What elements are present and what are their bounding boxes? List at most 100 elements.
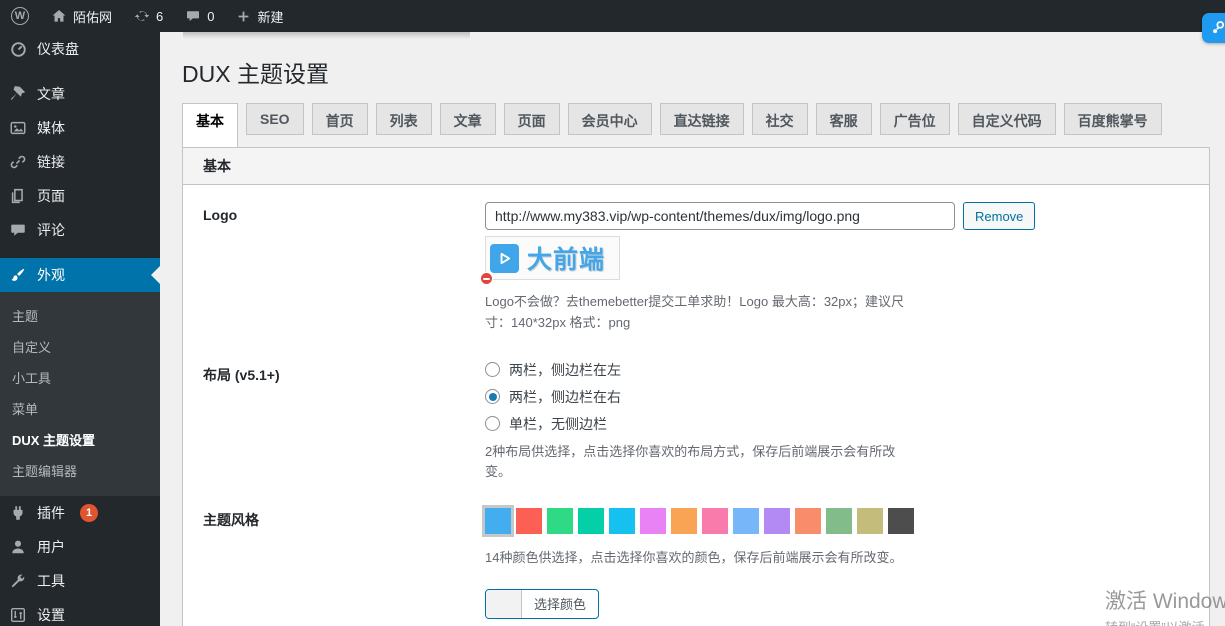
sidebar-item-media[interactable]: 媒体 xyxy=(0,111,160,145)
layout-option-label: 两栏，侧边栏在左 xyxy=(509,361,621,378)
section-title: 基本 xyxy=(183,148,1209,185)
admin-bar: W 陌佑网 6 0 新建 xyxy=(0,0,1225,32)
layout-row: 布局 (v5.1+) 两栏，侧边栏在左 两栏，侧边栏在右 单栏，无侧边栏 2种布… xyxy=(183,360,1209,484)
site-name: 陌佑网 xyxy=(73,9,113,25)
logo-url-input[interactable] xyxy=(485,202,955,230)
menu-separator xyxy=(0,247,160,258)
tab-service[interactable]: 客服 xyxy=(815,103,872,135)
submenu-theme-editor[interactable]: 主题编辑器 xyxy=(0,455,160,486)
color-picker-label: 选择颜色 xyxy=(534,597,587,613)
color-swatch[interactable] xyxy=(671,508,697,535)
color-swatch[interactable] xyxy=(609,508,635,535)
theme-style-help-text: 14种颜色供选择，点击选择你喜欢的颜色，保存后前端展示会有所改变。 xyxy=(485,550,903,566)
plugins-update-badge: 1 xyxy=(80,504,98,522)
color-swatch[interactable] xyxy=(888,508,914,535)
sidebar-label: 文章 xyxy=(37,86,65,102)
sidebar-item-settings[interactable]: 设置 xyxy=(0,598,160,626)
theme-style-label: 主题风格 xyxy=(203,512,259,529)
submenu-dux-settings[interactable]: DUX 主题设置 xyxy=(0,424,160,455)
sidebar-item-pages[interactable]: 页面 xyxy=(0,179,160,213)
update-count: 6 xyxy=(156,8,164,24)
color-swatch[interactable] xyxy=(516,508,542,535)
logo-remove-button[interactable]: Remove xyxy=(963,202,1036,230)
new-label: 新建 xyxy=(257,9,284,25)
sidebar-item-posts[interactable]: 文章 xyxy=(0,77,160,111)
link-icon xyxy=(9,153,28,171)
updates-icon xyxy=(134,8,150,24)
plus-icon xyxy=(236,9,251,24)
color-picker-button[interactable]: 选择颜色 xyxy=(485,588,600,619)
sidebar-item-appearance[interactable]: 外观 xyxy=(0,258,160,292)
sidebar-item-users[interactable]: 用户 xyxy=(0,530,160,564)
tab-seo[interactable]: SEO xyxy=(246,103,304,135)
tab-member-center[interactable]: 会员中心 xyxy=(567,103,652,135)
color-swatch[interactable] xyxy=(640,508,666,535)
sidebar-label: 设置 xyxy=(37,607,65,623)
color-swatch[interactable] xyxy=(482,505,514,538)
wrench-icon xyxy=(9,572,28,590)
color-swatch[interactable] xyxy=(795,508,821,535)
sidebar-item-dashboard[interactable]: 仪表盘 xyxy=(0,32,160,66)
layout-option-single[interactable]: 单栏，无侧边栏 xyxy=(485,414,1189,434)
tab-ads[interactable]: 广告位 xyxy=(879,103,950,135)
main-content: DUX 主题设置 基本 SEO 首页 列表 文章 页面 会员中心 直达链接 社交… xyxy=(160,32,1225,626)
radio-checked-icon[interactable] xyxy=(485,389,500,405)
logo-row: Logo Remove 大前端 Logo不会做？去themebetter提交工单… xyxy=(183,202,1209,334)
sidebar-label: 媒体 xyxy=(37,120,65,136)
radio-unchecked-icon[interactable] xyxy=(485,362,500,378)
sidebar-label: 插件 xyxy=(37,505,65,521)
layout-control: 两栏，侧边栏在左 两栏，侧边栏在右 单栏，无侧边栏 2种布局供选择，点击选择你喜… xyxy=(485,360,1189,484)
site-name-link[interactable]: 陌佑网 xyxy=(40,0,123,32)
dashboard-icon xyxy=(9,40,28,59)
pin-icon xyxy=(9,85,28,103)
sidebar-label: 仪表盘 xyxy=(37,41,79,57)
sidebar-item-tools[interactable]: 工具 xyxy=(0,564,160,598)
submenu-customize[interactable]: 自定义 xyxy=(0,331,160,362)
color-swatch[interactable] xyxy=(702,508,728,535)
updates-item[interactable]: 6 xyxy=(123,0,174,32)
browser-extension-icon[interactable] xyxy=(1202,13,1225,43)
tab-basic[interactable]: 基本 xyxy=(182,103,238,147)
sidebar-label: 页面 xyxy=(37,188,65,204)
tab-social[interactable]: 社交 xyxy=(751,103,808,135)
tab-page[interactable]: 页面 xyxy=(503,103,560,135)
color-swatch[interactable] xyxy=(764,508,790,535)
color-swatch[interactable] xyxy=(547,508,573,535)
tab-direct-links[interactable]: 直达链接 xyxy=(659,103,744,135)
logo-label: Logo xyxy=(203,207,238,223)
comments-item[interactable]: 0 xyxy=(174,0,225,32)
submenu-widgets[interactable]: 小工具 xyxy=(0,362,160,393)
tab-baidu-xiongzhang[interactable]: 百度熊掌号 xyxy=(1063,103,1162,135)
color-picker-preview xyxy=(486,589,522,618)
layout-option-left[interactable]: 两栏，侧边栏在左 xyxy=(485,360,1189,380)
radio-unchecked-icon[interactable] xyxy=(485,416,500,432)
settings-sliders-icon xyxy=(9,606,28,624)
submenu-themes[interactable]: 主题 xyxy=(0,300,160,331)
layout-option-right[interactable]: 两栏，侧边栏在右 xyxy=(485,387,1189,407)
remove-logo-icon[interactable] xyxy=(480,272,493,285)
tab-custom-code[interactable]: 自定义代码 xyxy=(957,103,1056,135)
tab-post[interactable]: 文章 xyxy=(439,103,496,135)
media-icon xyxy=(9,119,28,137)
color-swatch[interactable] xyxy=(733,508,759,535)
color-swatch[interactable] xyxy=(826,508,852,535)
tab-home[interactable]: 首页 xyxy=(311,103,368,135)
color-swatch[interactable] xyxy=(857,508,883,535)
sidebar-label: 工具 xyxy=(37,573,65,589)
comment-count: 0 xyxy=(207,8,215,24)
submenu-menus[interactable]: 菜单 xyxy=(0,393,160,424)
wordpress-icon: W xyxy=(11,7,29,25)
sidebar-item-plugins[interactable]: 插件 1 xyxy=(0,496,160,530)
settings-tabs: 基本 SEO 首页 列表 文章 页面 会员中心 直达链接 社交 客服 广告位 自… xyxy=(182,103,1210,147)
sidebar-item-links[interactable]: 链接 xyxy=(0,145,160,179)
color-swatch[interactable] xyxy=(578,508,604,535)
logo-play-icon xyxy=(490,243,519,273)
comments-icon xyxy=(9,221,28,239)
new-content-item[interactable]: 新建 xyxy=(225,0,294,32)
wordpress-logo[interactable]: W xyxy=(0,0,40,32)
sidebar-item-comments[interactable]: 评论 xyxy=(0,213,160,247)
layout-option-label: 两栏，侧边栏在右 xyxy=(509,388,621,405)
settings-panel: 基本 Logo Remove 大前端 Logo不会做？去themebetter提… xyxy=(182,147,1210,626)
tab-list[interactable]: 列表 xyxy=(375,103,432,135)
page-title: DUX 主题设置 xyxy=(182,61,329,87)
